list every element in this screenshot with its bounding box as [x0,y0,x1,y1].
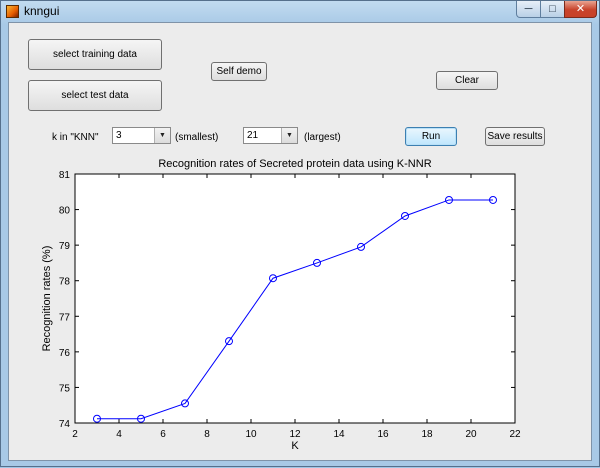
y-tick-label: 79 [59,241,71,252]
app-window: knngui ─ □ ✕ select training data select… [0,0,600,467]
y-tick-label: 81 [59,170,71,181]
y-tick-label: 80 [59,206,71,217]
x-tick-label: 4 [116,429,122,440]
y-tick-label: 76 [59,348,71,359]
x-tick-label: 22 [509,429,521,440]
plot-area [74,173,516,424]
y-tick-label: 74 [59,419,71,430]
x-tick-label: 16 [377,429,389,440]
x-tick-label: 10 [245,429,257,440]
x-tick-label: 8 [204,429,210,440]
x-tick-label: 14 [333,429,345,440]
recognition-chart: 2 4 6 8 10 12 14 16 18 20 22 74 75 76 77 78 79 80 81 Recogn… [41,158,521,452]
y-axis-label: Recognition rates (%) [41,246,53,352]
x-axis-label: K [291,440,299,452]
y-tick-label: 75 [59,383,71,394]
x-tick-label: 6 [160,429,166,440]
y-tick-label: 77 [59,312,71,323]
y-tick-label: 78 [59,277,71,288]
x-tick-label: 12 [289,429,301,440]
x-tick-label: 18 [421,429,433,440]
chart-title: Recognition rates of Secreted protein da… [158,158,431,170]
x-tick-label: 20 [465,429,477,440]
x-tick-label: 2 [72,429,78,440]
